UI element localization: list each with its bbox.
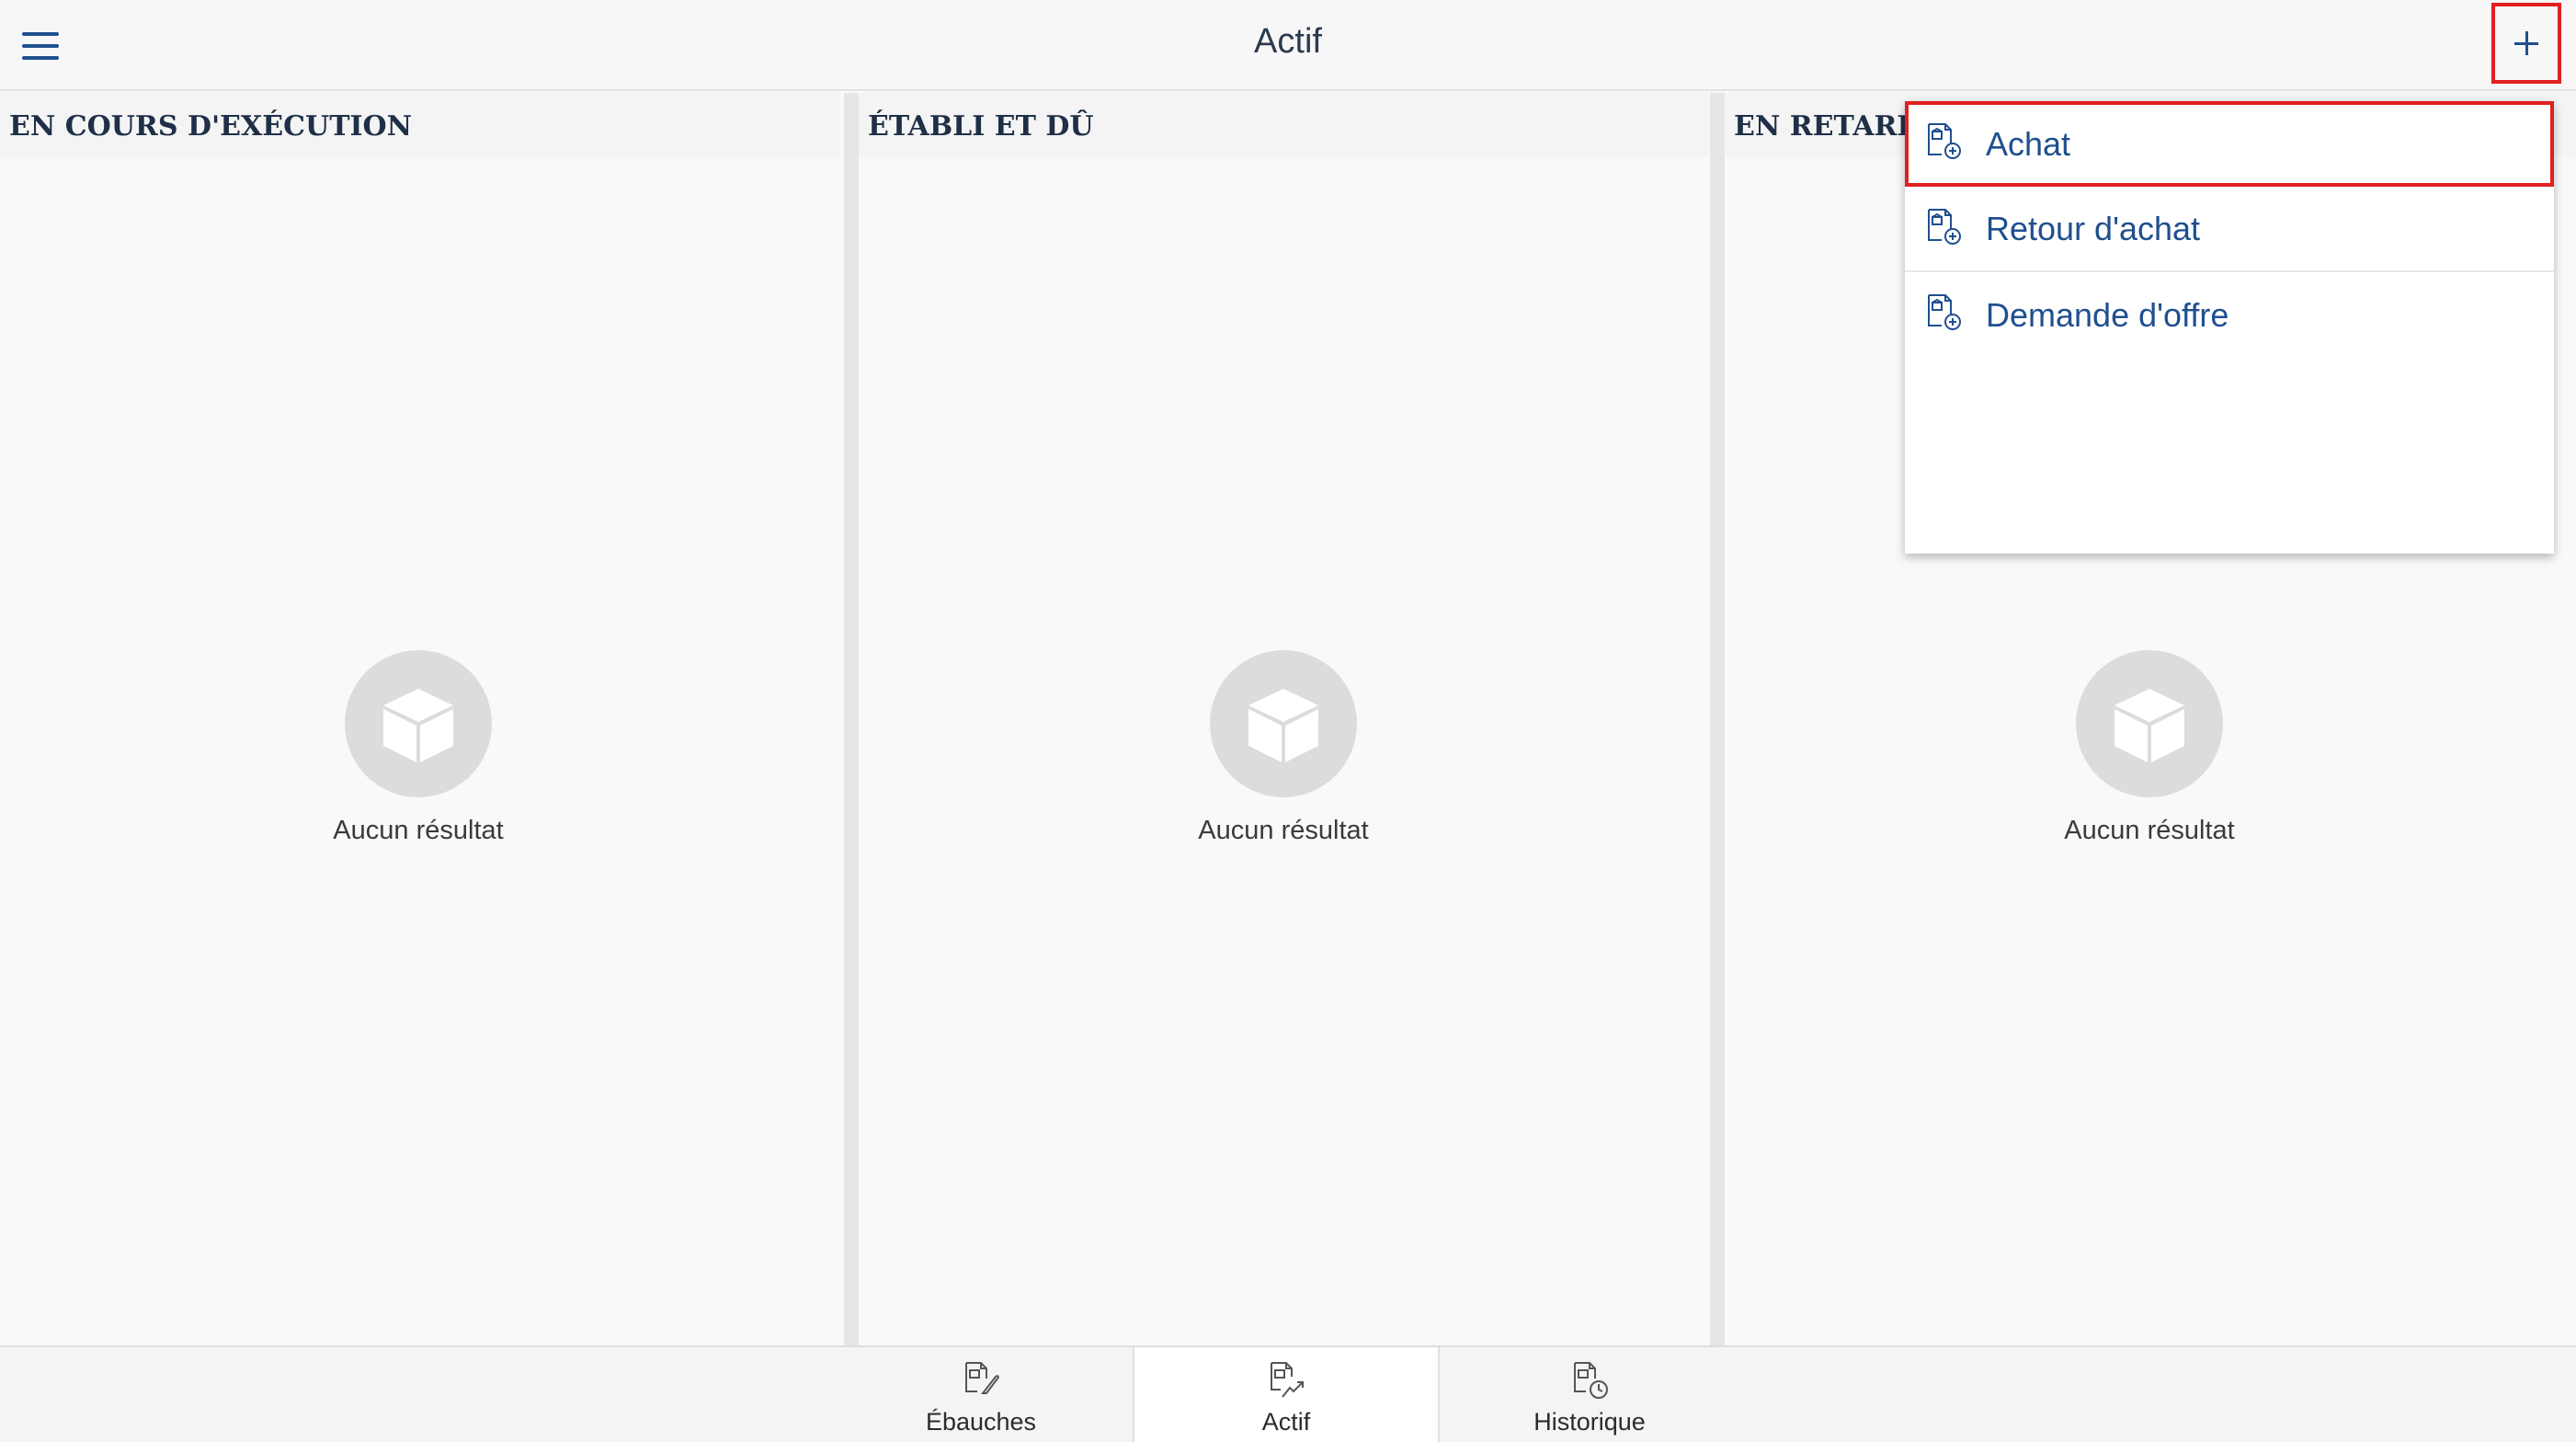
tab-active[interactable]: Actif — [1133, 1347, 1440, 1442]
bottom-tab-bar: Ébauches Actif Historique — [0, 1345, 2576, 1442]
empty-label: Aucun résultat — [2064, 816, 2235, 845]
add-button[interactable] — [2491, 3, 2561, 84]
document-trend-icon — [1268, 1360, 1308, 1404]
plus-icon — [2514, 31, 2538, 55]
column-established-due: ÉTABLI ET DÛ Aucun résultat — [859, 93, 1708, 1345]
column-title: ÉTABLI ET DÛ — [859, 93, 1708, 157]
tab-label: Ébauches — [925, 1408, 1037, 1436]
dropdown-item-retour-achat[interactable]: Retour d'achat — [1905, 187, 2554, 272]
tab-drafts[interactable]: Ébauches — [829, 1347, 1133, 1442]
document-add-icon — [1925, 292, 1966, 337]
empty-label: Aucun résultat — [1198, 816, 1369, 845]
empty-state: Aucun résultat — [1100, 650, 1467, 846]
dropdown-item-demande-offre[interactable]: Demande d'offre — [1905, 272, 2554, 358]
empty-state: Aucun résultat — [234, 650, 602, 846]
app-header: Actif — [0, 0, 2576, 91]
column-in-progress: EN COURS D'EXÉCUTION Aucun résultat — [0, 93, 840, 1345]
tab-history[interactable]: Historique — [1438, 1347, 1741, 1442]
document-add-icon — [1925, 207, 1966, 251]
dropdown-item-label: Demande d'offre — [1986, 295, 2229, 334]
empty-label: Aucun résultat — [333, 816, 504, 845]
document-edit-icon — [963, 1360, 1003, 1404]
empty-box-icon — [2076, 650, 2223, 797]
add-dropdown-menu: Achat Retour d'achat Demande d'offre — [1905, 101, 2554, 554]
column-title: EN COURS D'EXÉCUTION — [0, 93, 840, 157]
dropdown-item-label: Achat — [1986, 124, 2071, 163]
document-history-icon — [1571, 1360, 1612, 1404]
page-title: Actif — [1254, 22, 1322, 61]
dropdown-item-label: Retour d'achat — [1986, 209, 2201, 247]
empty-box-icon — [345, 650, 492, 797]
column-divider — [844, 93, 859, 1345]
document-add-icon — [1925, 121, 1966, 166]
tab-label: Historique — [1533, 1408, 1646, 1436]
dropdown-item-achat[interactable]: Achat — [1905, 101, 2554, 187]
empty-state: Aucun résultat — [1966, 650, 2333, 846]
tab-label: Actif — [1261, 1408, 1311, 1436]
empty-box-icon — [1210, 650, 1357, 797]
column-divider — [1710, 93, 1725, 1345]
